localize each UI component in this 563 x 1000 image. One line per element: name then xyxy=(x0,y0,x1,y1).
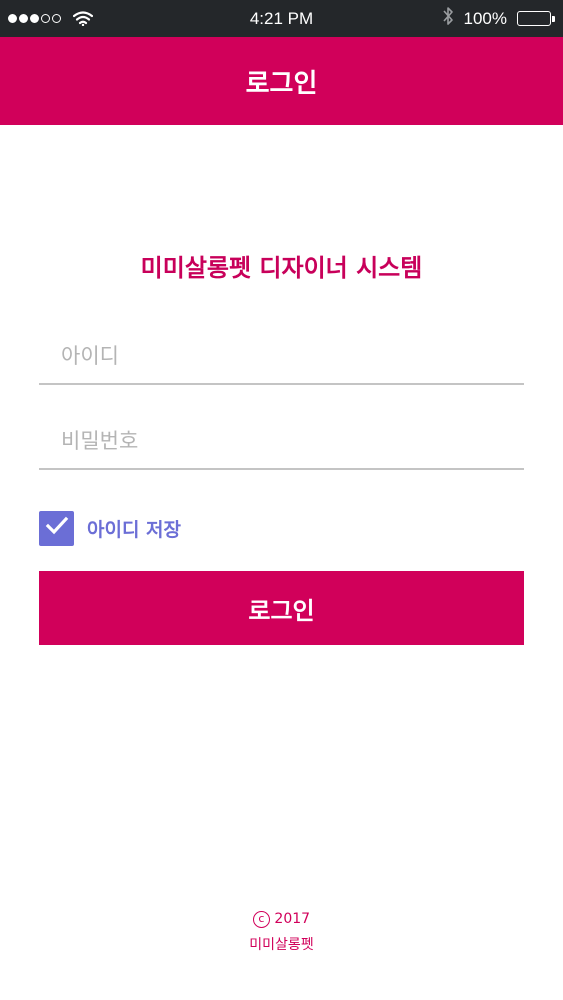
copyright-year: 2017 xyxy=(274,911,311,927)
password-input[interactable] xyxy=(39,414,524,470)
footer-logo: c 2017 미미살롱펫 xyxy=(0,906,563,958)
copyright-line: c 2017 xyxy=(0,906,563,932)
remember-id-label: 아이디 저장 xyxy=(87,518,182,541)
bluetooth-icon xyxy=(442,6,454,31)
user-id-input[interactable] xyxy=(39,329,524,385)
copyright-icon: c xyxy=(252,910,270,928)
footer-brand: 미미살롱펫 xyxy=(249,937,314,953)
battery-percent: 100% xyxy=(463,8,507,28)
check-icon xyxy=(45,516,69,540)
header-title: 로그인 xyxy=(245,68,318,99)
login-button[interactable]: 로그인 xyxy=(39,571,524,645)
status-bar: 4:21 PM 100% xyxy=(0,0,563,37)
battery-icon xyxy=(517,11,555,26)
app-header: 로그인 xyxy=(0,37,563,125)
system-title: 미미살롱펫 디자이너 시스템 xyxy=(140,254,423,282)
status-right: 100% xyxy=(442,0,555,37)
checkbox-box[interactable] xyxy=(39,510,74,546)
remember-id-checkbox[interactable]: 아이디 저장 xyxy=(39,510,181,546)
